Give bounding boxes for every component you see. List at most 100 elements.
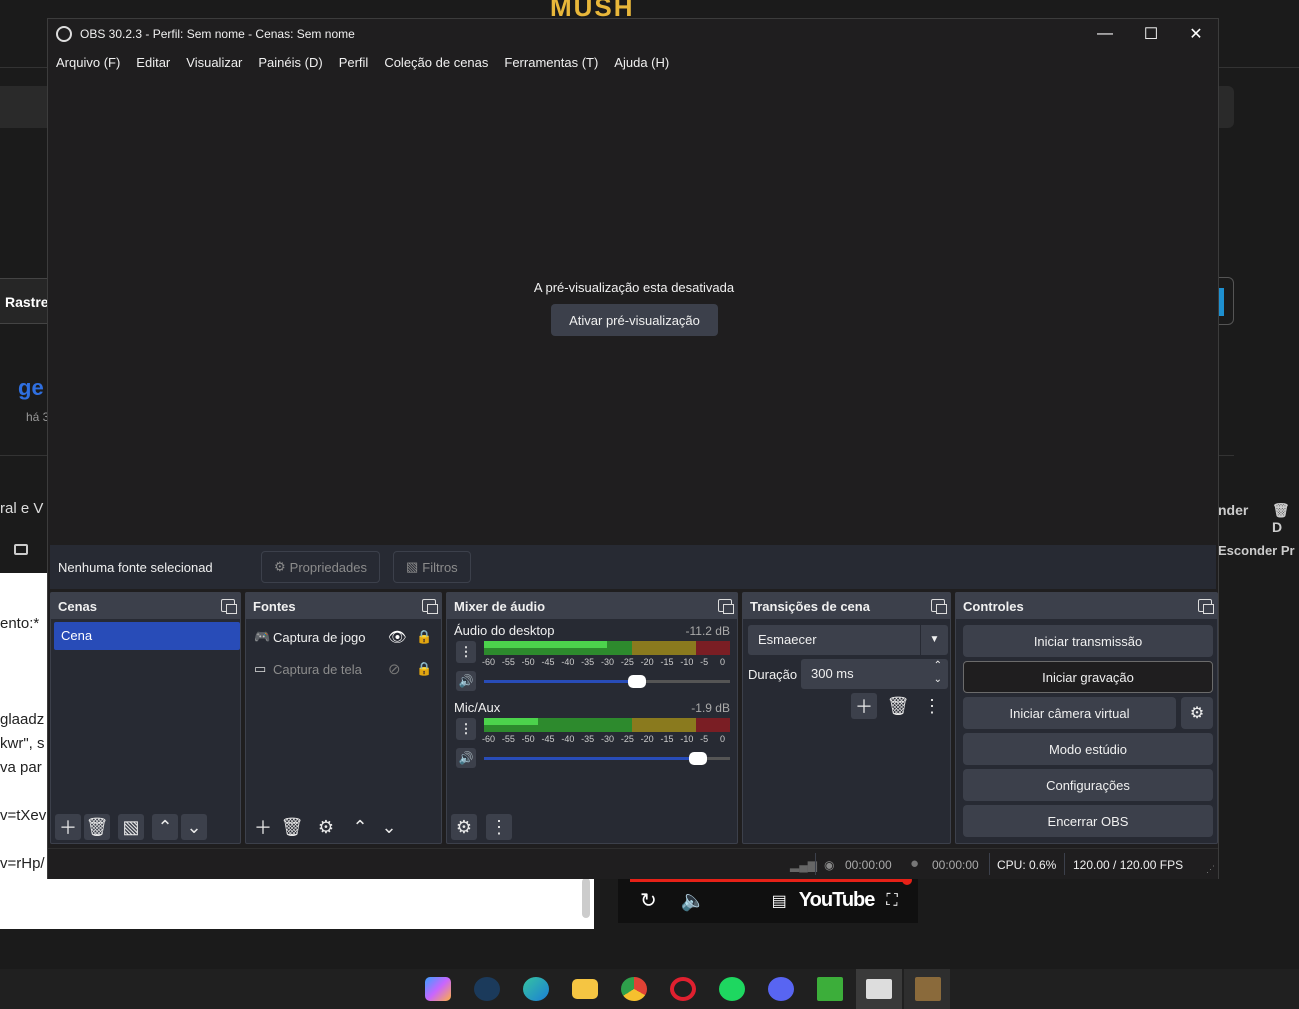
monitor-icon: ▭ — [254, 661, 267, 676]
sources-header: Fontes — [246, 593, 441, 619]
source-toolbar: Nenhuma fonte selecionad ⚙ Propriedades … — [50, 545, 1216, 589]
volume-slider[interactable] — [484, 675, 730, 688]
eye-icon[interactable]: 👁 — [388, 628, 407, 646]
start-virtual-camera-button[interactable]: Iniciar câmera virtual — [963, 697, 1176, 729]
channel-menu-icon[interactable]: ⋮ — [456, 718, 476, 740]
remove-transition-icon[interactable]: 🗑 — [885, 693, 911, 719]
transitions-dock: Transições de cena Esmaecer ▼ Duração 30… — [742, 592, 951, 844]
obs-taskbar-icon[interactable] — [866, 979, 892, 999]
speaker-icon[interactable]: 🔊 — [456, 671, 476, 691]
steam-icon[interactable] — [474, 977, 500, 1001]
move-down-icon[interactable]: ⌄ — [376, 814, 402, 840]
level-meter — [484, 641, 730, 655]
channel-menu-icon[interactable]: ⋮ — [456, 641, 476, 663]
transition-menu-icon[interactable]: ⋮ — [919, 693, 945, 719]
menu-editar[interactable]: Editar — [136, 55, 170, 70]
status-separator — [815, 853, 816, 875]
no-source-label: Nenhuma fonte selecionad — [58, 560, 213, 575]
spotify-icon[interactable] — [719, 977, 745, 1001]
menu-visualizar[interactable]: Visualizar — [186, 55, 242, 70]
scenes-title: Cenas — [58, 598, 98, 614]
window-title: OBS 30.2.3 - Perfil: Sem nome - Cenas: S… — [80, 27, 355, 41]
add-transition-icon[interactable]: ＋ — [851, 693, 877, 719]
studio-mode-button[interactable]: Modo estúdio — [963, 733, 1213, 765]
duration-input[interactable]: 300 ms ⌃ ⌄ — [801, 659, 948, 689]
start-streaming-button[interactable]: Iniciar transmissão — [963, 625, 1213, 657]
status-bar: ▂▄▆ ◉ 00:00:00 ● 00:00:00 CPU: 0.6% 120.… — [48, 848, 1218, 879]
remove-source-icon[interactable]: 🗑 — [279, 814, 305, 840]
virtual-camera-settings-icon[interactable]: ⚙ — [1181, 697, 1213, 729]
menu-colecao-de-cenas[interactable]: Coleção de cenas — [384, 55, 488, 70]
source-properties-icon[interactable]: ⚙ — [313, 814, 339, 840]
source-item[interactable]: 🎮 Captura de jogo 👁 🔒 — [254, 625, 434, 649]
enable-preview-button[interactable]: Ativar pré-visualização — [551, 304, 718, 336]
scene-filters-icon[interactable]: ▧ — [118, 814, 144, 840]
lock-icon[interactable]: 🔒 — [416, 661, 432, 677]
move-up-icon[interactable]: ⌃ — [152, 814, 178, 840]
start-recording-button[interactable]: Iniciar gravação — [963, 661, 1213, 693]
advanced-audio-icon[interactable]: ⚙ — [451, 814, 477, 840]
subtitles-icon: ▤ — [771, 892, 787, 910]
speaker-icon[interactable]: 🔊 — [456, 748, 476, 768]
scale-tick: -15 — [660, 657, 674, 667]
minecraft-launcher-icon[interactable] — [915, 977, 941, 1001]
source-item[interactable]: ▭ Captura de tela ⊘ 🔒 — [254, 657, 434, 681]
transitions-title: Transições de cena — [750, 598, 870, 614]
menu-arquivo[interactable]: Arquivo (F) — [56, 55, 120, 70]
gear-icon: ⚙ — [274, 559, 286, 574]
minimize-button[interactable]: — — [1082, 19, 1128, 49]
properties-label: Propriedades — [289, 559, 367, 575]
edge-icon[interactable] — [523, 977, 549, 1001]
meter-segment — [631, 641, 696, 655]
remove-scene-icon[interactable]: 🗑 — [84, 814, 110, 840]
add-source-icon[interactable]: ＋ — [250, 814, 276, 840]
filters-button[interactable]: ▧ Filtros — [393, 551, 471, 583]
volume-knob[interactable] — [689, 752, 708, 765]
menu-paineis[interactable]: Painéis (D) — [258, 55, 322, 70]
chrome-icon[interactable] — [621, 977, 647, 1001]
meter-level — [484, 718, 539, 725]
scale-tick: -40 — [561, 657, 575, 667]
minecraft-icon[interactable] — [817, 977, 843, 1001]
duration-value: 300 ms — [811, 666, 854, 681]
settings-button[interactable]: Configurações — [963, 769, 1213, 801]
undock-icon[interactable] — [718, 599, 734, 614]
add-scene-icon[interactable]: ＋ — [55, 814, 81, 840]
eye-hidden-icon[interactable]: ⊘ — [388, 660, 401, 678]
scale-tick: -30 — [601, 734, 615, 744]
scale-tick: -35 — [581, 734, 595, 744]
close-button[interactable]: ✕ — [1173, 19, 1219, 49]
undock-icon[interactable] — [931, 599, 947, 614]
undock-icon[interactable] — [422, 599, 438, 614]
discord-icon[interactable] — [768, 977, 794, 1001]
lock-icon[interactable]: 🔒 — [416, 629, 432, 645]
resize-grip-icon[interactable]: ⋰ — [1206, 864, 1215, 875]
copilot-icon[interactable] — [425, 977, 451, 1001]
move-up-icon[interactable]: ⌃ — [347, 814, 373, 840]
menu-ferramentas[interactable]: Ferramentas (T) — [504, 55, 598, 70]
scenes-dock: Cenas Cena ＋ 🗑 ▧ ⌃ ⌄ — [50, 592, 241, 844]
maximize-button[interactable]: ☐ — [1128, 19, 1174, 49]
move-down-icon[interactable]: ⌄ — [181, 814, 207, 840]
mixer-menu-icon[interactable]: ⋮ — [486, 814, 512, 840]
opera-icon[interactable] — [670, 977, 696, 1001]
volume-slider[interactable] — [484, 752, 730, 765]
undock-icon[interactable] — [221, 599, 237, 614]
stream-status-icon: ◉ — [824, 858, 835, 872]
mixer-header: Mixer de áudio — [447, 593, 737, 619]
menu-perfil[interactable]: Perfil — [339, 55, 369, 70]
scale-tick: -50 — [521, 734, 535, 744]
exit-button[interactable]: Encerrar OBS — [963, 805, 1213, 837]
file-explorer-icon[interactable] — [572, 979, 598, 999]
mixer-title: Mixer de áudio — [454, 598, 546, 614]
undock-icon[interactable] — [1198, 599, 1214, 614]
obs-logo-icon — [56, 26, 72, 42]
properties-button[interactable]: ⚙ Propriedades — [261, 551, 380, 583]
transition-select[interactable]: Esmaecer ▼ — [748, 625, 948, 655]
scene-item[interactable]: Cena — [54, 622, 240, 650]
scale-tick: -45 — [541, 657, 555, 667]
record-status-icon: ● — [910, 855, 920, 872]
spin-down-icon[interactable]: ⌄ — [934, 665, 942, 695]
menu-ajuda[interactable]: Ajuda (H) — [614, 55, 669, 70]
volume-knob[interactable] — [627, 675, 646, 688]
